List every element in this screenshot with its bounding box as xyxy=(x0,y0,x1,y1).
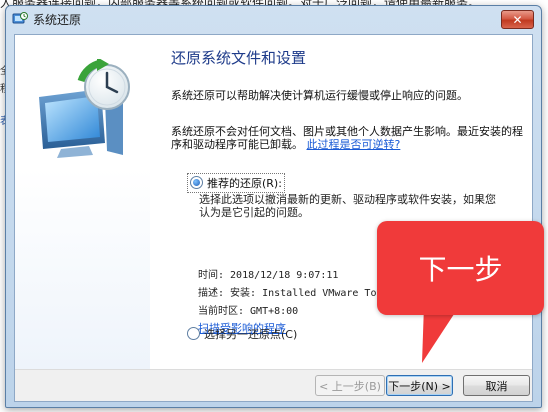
next-button[interactable]: 下一步(N) > xyxy=(386,375,453,396)
title-bar[interactable]: 系统还原 ✕ xyxy=(6,6,541,32)
recommended-restore-description: 选择此选项以撤消最新的更新、驱动程序或软件安装，如果您认为是它引起的问题。 xyxy=(199,193,496,219)
restore-time: 时间: 2018/12/18 9:07:11 xyxy=(198,270,339,281)
choose-other-label: 选择另一还原点(C) xyxy=(204,328,298,341)
warning-text: 系统还原不会对任何文档、图片或其他个人数据产生影响。最近安装的程序和驱动程序可能… xyxy=(171,125,526,151)
cancel-button[interactable]: 取消 xyxy=(463,375,530,396)
button-bar: < 上一步(B) 下一步(N) > 取消 xyxy=(15,369,532,401)
illustration-panel xyxy=(15,35,150,369)
system-restore-illustration-icon xyxy=(39,59,130,158)
back-button[interactable]: < 上一步(B) xyxy=(315,375,385,396)
restore-description: 描述: 安装: Installed VMware Tools xyxy=(198,288,395,299)
radio-unselected-icon xyxy=(187,327,200,340)
recommended-restore-radio[interactable]: 推荐的还原(R): xyxy=(187,173,285,193)
next-step-callout: 下一步 xyxy=(377,221,544,315)
recommended-restore-label: 推荐的还原(R): xyxy=(207,177,282,190)
intro-text: 系统还原可以帮助解决使计算机运行缓慢或停止响应的问题。 xyxy=(171,89,468,102)
close-button[interactable]: ✕ xyxy=(501,10,534,29)
content-panel: 还原系统文件和设置 系统还原可以帮助解决使计算机运行缓慢或停止响应的问题。 系统… xyxy=(160,35,525,369)
radio-selected-icon xyxy=(190,176,203,189)
reversible-help-link[interactable]: 此过程是否可逆转? xyxy=(307,138,401,151)
page-heading: 还原系统文件和设置 xyxy=(171,49,307,67)
current-timezone: 当前时区: GMT+8:00 xyxy=(198,306,299,317)
callout-text: 下一步 xyxy=(418,253,503,286)
dialog-title: 系统还原 xyxy=(33,13,82,27)
choose-other-restore-point-radio[interactable]: 选择另一还原点(C) xyxy=(187,326,297,342)
system-restore-icon xyxy=(12,12,28,24)
close-icon: ✕ xyxy=(512,12,523,27)
